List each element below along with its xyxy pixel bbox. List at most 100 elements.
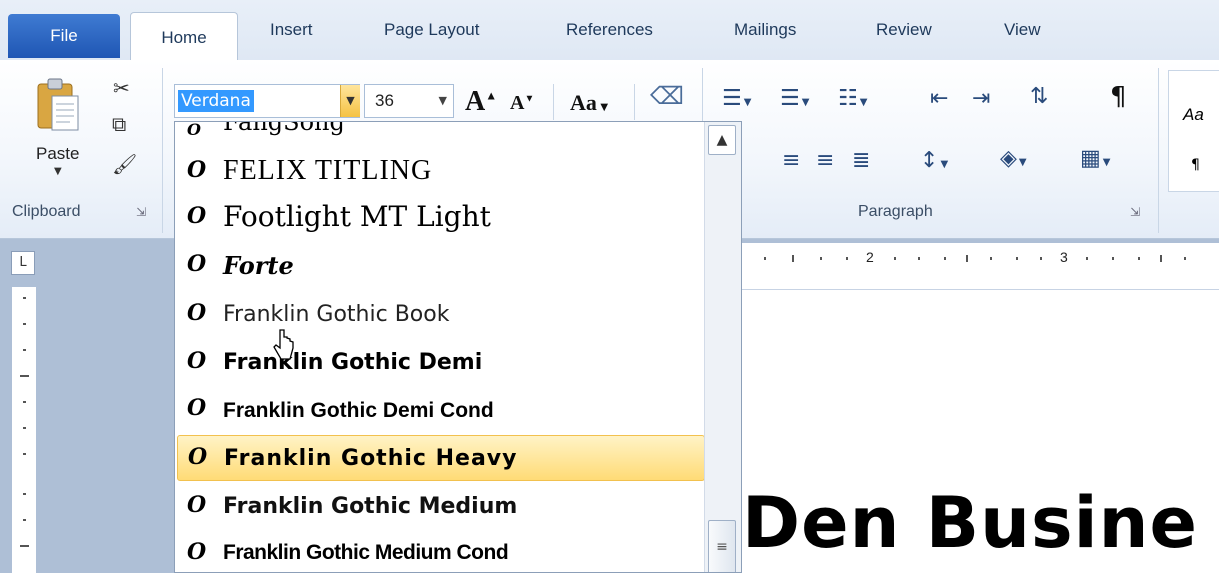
justify-icon[interactable]: ≣ bbox=[852, 148, 872, 173]
truetype-font-icon: O bbox=[187, 300, 207, 326]
format-painter-icon[interactable]: 🖌 bbox=[112, 152, 137, 176]
paste-icon[interactable] bbox=[36, 76, 80, 134]
font-list-scrollbar[interactable]: ▲ ≡ bbox=[704, 122, 741, 572]
tab-mailings[interactable]: Mailings bbox=[734, 20, 796, 40]
document-page[interactable]: Den Busine bbox=[742, 290, 1219, 573]
ruler-tick bbox=[1040, 257, 1042, 260]
font-name-combobox[interactable]: Verdana bbox=[174, 84, 360, 118]
style-preview[interactable]: Aa bbox=[1183, 105, 1204, 125]
font-size-dropdown-icon[interactable]: ▼ bbox=[439, 94, 447, 107]
shrink-font-button[interactable]: A▼ bbox=[510, 92, 534, 115]
font-list-item-label: FangSong bbox=[223, 121, 345, 136]
paragraph-group-label: Paragraph bbox=[858, 203, 933, 220]
font-dropdown-list[interactable]: O FangSong O FELIX TITLING O Footlight M… bbox=[174, 121, 742, 573]
tab-selector-button[interactable]: L bbox=[11, 251, 35, 275]
separator bbox=[634, 84, 635, 120]
truetype-font-icon: O bbox=[188, 444, 208, 470]
font-list-item-label: FELIX TITLING bbox=[223, 155, 433, 186]
grow-font-button[interactable]: A▲ bbox=[465, 86, 497, 118]
ruler-tick bbox=[1086, 257, 1088, 260]
vertical-ruler: L bbox=[0, 239, 50, 573]
ruler-tick bbox=[20, 375, 29, 377]
numbering-icon[interactable]: ☰▼ bbox=[780, 86, 811, 111]
tab-view[interactable]: View bbox=[1004, 20, 1041, 40]
font-list-item-label: Franklin Gothic Demi Cond bbox=[223, 399, 494, 422]
ruler-tick bbox=[20, 545, 29, 547]
clipboard-group-label: Clipboard bbox=[12, 203, 81, 220]
truetype-font-icon: O bbox=[187, 203, 207, 229]
shrink-font-label: A bbox=[510, 92, 525, 114]
ribbon-tab-row: File Home Insert Page Layout References … bbox=[0, 0, 1219, 62]
paste-dropdown-icon[interactable]: ▼ bbox=[54, 166, 62, 177]
bullets-icon[interactable]: ☰▼ bbox=[722, 86, 753, 111]
font-size-combobox[interactable]: 36 ▼ bbox=[364, 84, 454, 118]
ruler-tick bbox=[23, 519, 26, 521]
separator bbox=[553, 84, 554, 120]
line-spacing-icon[interactable]: ↕▼ bbox=[920, 148, 950, 173]
tab-review[interactable]: Review bbox=[876, 20, 932, 40]
font-list-item[interactable]: O Franklin Gothic Demi Cond bbox=[177, 387, 705, 433]
truetype-font-icon: O bbox=[187, 539, 207, 565]
decrease-indent-icon[interactable]: ⇤ bbox=[930, 86, 950, 111]
multilevel-list-icon[interactable]: ☷▼ bbox=[838, 86, 869, 111]
change-case-button[interactable]: Aa ▼ bbox=[570, 90, 608, 116]
paragraph-launcher-icon[interactable]: ⇲ bbox=[1130, 205, 1140, 219]
truetype-font-icon: O bbox=[187, 492, 207, 518]
align-right-icon[interactable]: ≡ bbox=[816, 148, 836, 173]
font-list-item-label: Franklin Gothic Medium bbox=[223, 494, 518, 519]
ruler-tick bbox=[23, 349, 26, 351]
font-list-item[interactable]: O FangSong bbox=[177, 121, 705, 146]
font-list-item[interactable]: O FELIX TITLING bbox=[177, 149, 705, 195]
horizontal-ruler: 2 3 bbox=[742, 243, 1219, 290]
font-list-item-hovered[interactable]: O Franklin Gothic Heavy bbox=[177, 435, 705, 481]
shading-icon[interactable]: ◈▼ bbox=[1000, 146, 1029, 171]
ruler-mark: 2 bbox=[866, 249, 874, 265]
ruler-tick bbox=[23, 453, 26, 455]
font-size-value[interactable]: 36 bbox=[375, 91, 394, 111]
font-list-item-label: Forte bbox=[223, 251, 294, 280]
show-formatting-marks-icon[interactable]: ¶ bbox=[1110, 82, 1129, 112]
font-name-dropdown-button[interactable]: ▼ bbox=[340, 85, 360, 117]
tab-references[interactable]: References bbox=[566, 20, 653, 40]
pilcrow-icon: ¶ bbox=[1191, 157, 1200, 173]
ruler-tick bbox=[990, 257, 992, 260]
truetype-font-icon: O bbox=[187, 121, 201, 139]
sort-icon[interactable]: ⇅ bbox=[1030, 84, 1050, 109]
ruler-tick bbox=[966, 255, 968, 262]
clipboard-launcher-icon[interactable]: ⇲ bbox=[136, 205, 146, 219]
font-name-value[interactable]: Verdana bbox=[178, 90, 254, 112]
styles-gallery[interactable]: Aa ¶ bbox=[1168, 70, 1219, 192]
font-list-item[interactable]: O Franklin Gothic Medium Cond bbox=[177, 531, 705, 572]
ruler-tick bbox=[23, 297, 26, 299]
font-list-item[interactable]: O Footlight MT Light bbox=[177, 195, 705, 241]
font-list-item[interactable]: O Franklin Gothic Medium bbox=[177, 484, 705, 530]
ruler-tick bbox=[1016, 257, 1018, 260]
scrollbar-thumb[interactable]: ≡ bbox=[708, 520, 736, 572]
font-list-item-label: Franklin Gothic Medium Cond bbox=[223, 541, 509, 564]
cut-icon[interactable]: ✂ bbox=[113, 76, 130, 100]
tab-insert[interactable]: Insert bbox=[270, 20, 313, 40]
tab-file[interactable]: File bbox=[8, 14, 120, 58]
tab-page-layout[interactable]: Page Layout bbox=[384, 20, 479, 40]
clear-formatting-icon[interactable]: ⌫ bbox=[650, 82, 684, 110]
ruler-tick bbox=[23, 323, 26, 325]
font-list-item[interactable]: O Franklin Gothic Book bbox=[177, 292, 705, 338]
align-center-icon[interactable]: ≡ bbox=[782, 148, 802, 173]
paste-button-label[interactable]: Paste bbox=[36, 144, 79, 164]
copy-icon[interactable]: ⧉ bbox=[112, 112, 126, 136]
ruler-tick bbox=[1138, 257, 1140, 260]
scroll-up-arrow-icon[interactable]: ▲ bbox=[708, 125, 736, 155]
borders-icon[interactable]: ▦▼ bbox=[1080, 146, 1113, 171]
ruler-tick bbox=[23, 401, 26, 403]
font-list-item-label: Franklin Gothic Book bbox=[223, 302, 450, 327]
document-heading-text[interactable]: Den Busine bbox=[742, 482, 1198, 564]
truetype-font-icon: O bbox=[187, 348, 207, 374]
change-case-label: Aa bbox=[570, 90, 597, 115]
tab-home[interactable]: Home bbox=[130, 12, 238, 62]
increase-indent-icon[interactable]: ⇥ bbox=[972, 86, 992, 111]
font-list-item[interactable]: O Franklin Gothic Demi bbox=[177, 340, 705, 386]
ruler-tick bbox=[1160, 255, 1162, 262]
ruler-tick bbox=[23, 427, 26, 429]
truetype-font-icon: O bbox=[187, 157, 207, 183]
font-list-item[interactable]: O Forte bbox=[177, 243, 705, 289]
